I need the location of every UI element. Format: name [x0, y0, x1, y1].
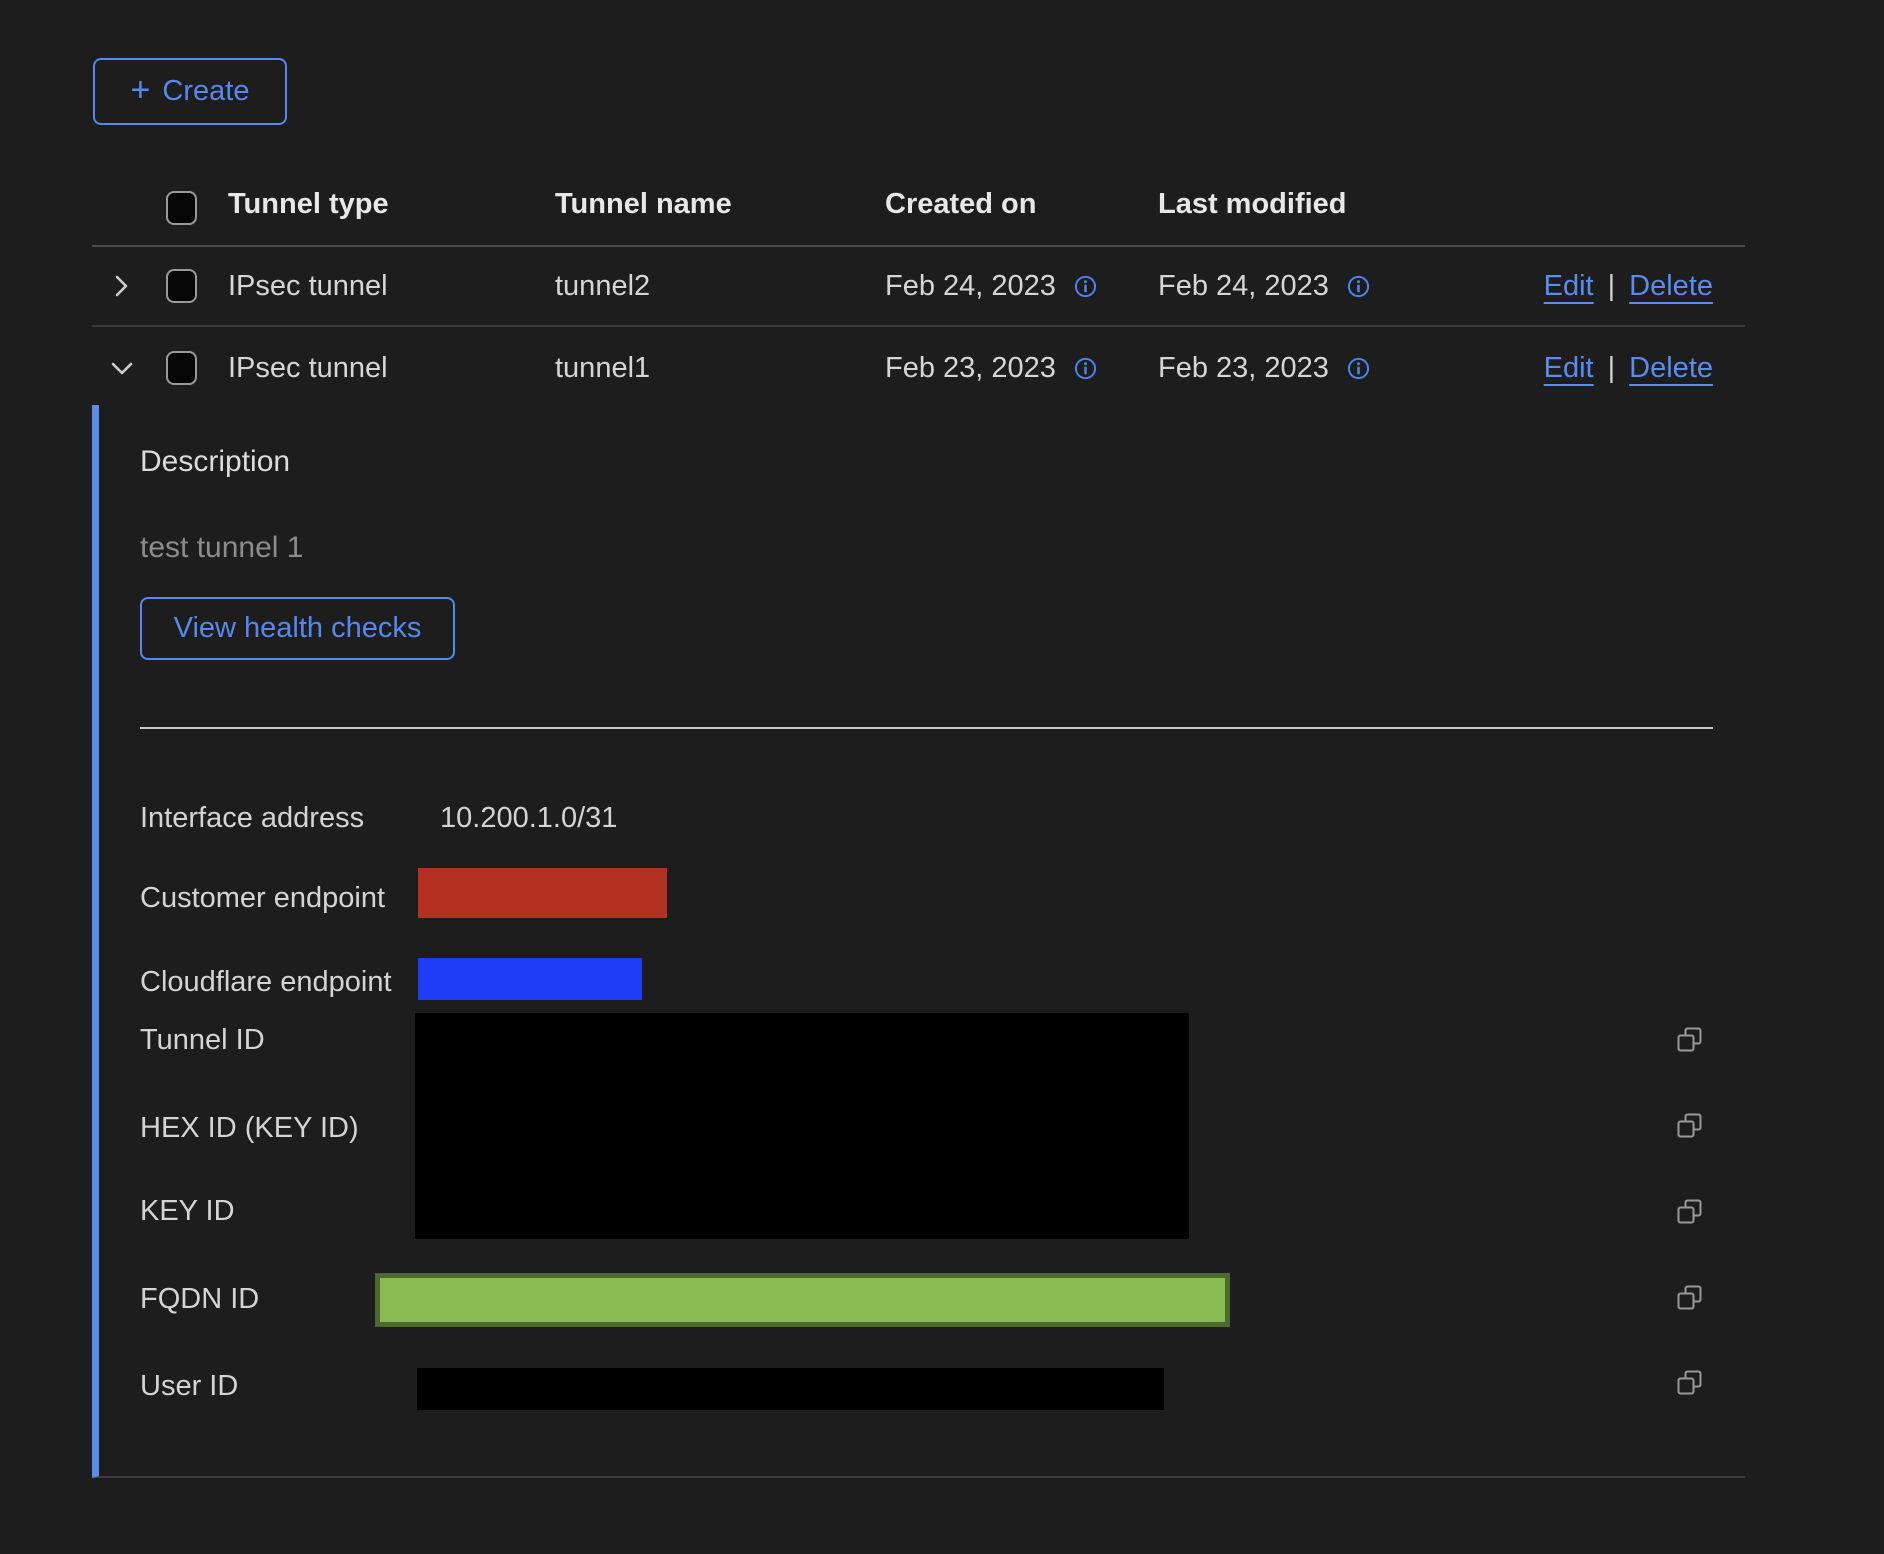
last-modified-cell: Feb 24, 2023 [1158, 270, 1431, 303]
ids-redacted-value-block [415, 1013, 1189, 1239]
edit-link[interactable]: Edit [1544, 270, 1594, 303]
info-icon[interactable] [1347, 275, 1370, 298]
modified-date: Feb 24, 2023 [1158, 270, 1329, 303]
table-row: IPsec tunnel tunnel1 Feb 23, 2023 Feb 23… [92, 327, 1745, 409]
delete-link[interactable]: Delete [1629, 270, 1713, 303]
tunnels-table: Tunnel type Tunnel name Created on Last … [92, 150, 1745, 409]
description-value: test tunnel 1 [140, 531, 303, 565]
info-icon[interactable] [1347, 357, 1370, 380]
header-created-on: Created on [885, 188, 1158, 245]
header-last-modified: Last modified [1158, 188, 1431, 245]
field-label-tunnel-id: Tunnel ID [140, 1024, 265, 1057]
field-label-hex-id: HEX ID (KEY ID) [140, 1112, 359, 1145]
header-actions [1431, 221, 1745, 245]
field-label-interface-address: Interface address [140, 802, 364, 835]
tunnel-type-cell: IPsec tunnel [228, 270, 555, 303]
field-label-fqdn-id: FQDN ID [140, 1283, 259, 1316]
fqdn-id-redacted-value [375, 1273, 1230, 1327]
view-health-checks-button[interactable]: View health checks [140, 597, 455, 660]
tunnel-type-cell: IPsec tunnel [228, 352, 555, 385]
interface-address-value: 10.200.1.0/31 [440, 802, 617, 835]
action-separator: | [1608, 352, 1616, 385]
delete-link[interactable]: Delete [1629, 352, 1713, 385]
customer-endpoint-redacted-value [418, 868, 667, 918]
collapse-chevron-down-icon[interactable] [92, 356, 166, 380]
table-header-row: Tunnel type Tunnel name Created on Last … [92, 150, 1745, 247]
field-label-user-id: User ID [140, 1370, 238, 1403]
row-select-cell [166, 269, 228, 303]
info-icon[interactable] [1074, 357, 1097, 380]
row-select-cell [166, 351, 228, 385]
modified-date: Feb 23, 2023 [1158, 352, 1329, 385]
expanded-tunnel-panel: Description test tunnel 1 View health ch… [92, 405, 1745, 1478]
field-label-cloudflare-endpoint: Cloudflare endpoint [140, 966, 392, 999]
copy-icon[interactable] [1677, 1027, 1703, 1053]
table-row: IPsec tunnel tunnel2 Feb 24, 2023 Feb 24… [92, 247, 1745, 327]
header-spacer [92, 221, 166, 245]
tunnel-name-cell: tunnel1 [555, 352, 885, 385]
row-checkbox[interactable] [166, 351, 197, 385]
copy-icon[interactable] [1677, 1370, 1703, 1396]
header-tunnel-name: Tunnel name [555, 188, 885, 245]
field-label-key-id: KEY ID [140, 1195, 235, 1228]
created-date: Feb 23, 2023 [885, 352, 1056, 385]
last-modified-cell: Feb 23, 2023 [1158, 352, 1431, 385]
select-all-checkbox[interactable] [166, 191, 197, 225]
field-label-customer-endpoint: Customer endpoint [140, 882, 385, 915]
header-tunnel-type: Tunnel type [228, 188, 555, 245]
created-on-cell: Feb 23, 2023 [885, 352, 1158, 385]
info-icon[interactable] [1074, 275, 1097, 298]
copy-icon[interactable] [1677, 1285, 1703, 1311]
plus-icon: + [131, 73, 151, 107]
user-id-redacted-value [417, 1368, 1164, 1410]
expand-chevron-right-icon[interactable] [92, 273, 166, 299]
copy-icon[interactable] [1677, 1113, 1703, 1139]
create-button-label: Create [162, 75, 249, 108]
row-actions: Edit | Delete [1431, 270, 1745, 303]
action-separator: | [1608, 270, 1616, 303]
select-all-cell [166, 191, 228, 245]
tunnel-name-cell: tunnel2 [555, 270, 885, 303]
created-on-cell: Feb 24, 2023 [885, 270, 1158, 303]
description-label: Description [140, 445, 290, 479]
panel-divider [140, 727, 1713, 729]
cloudflare-endpoint-redacted-value [418, 958, 642, 1000]
edit-link[interactable]: Edit [1544, 352, 1594, 385]
row-checkbox[interactable] [166, 269, 197, 303]
copy-icon[interactable] [1677, 1199, 1703, 1225]
row-actions: Edit | Delete [1431, 352, 1745, 385]
create-button[interactable]: + Create [93, 58, 287, 125]
created-date: Feb 24, 2023 [885, 270, 1056, 303]
